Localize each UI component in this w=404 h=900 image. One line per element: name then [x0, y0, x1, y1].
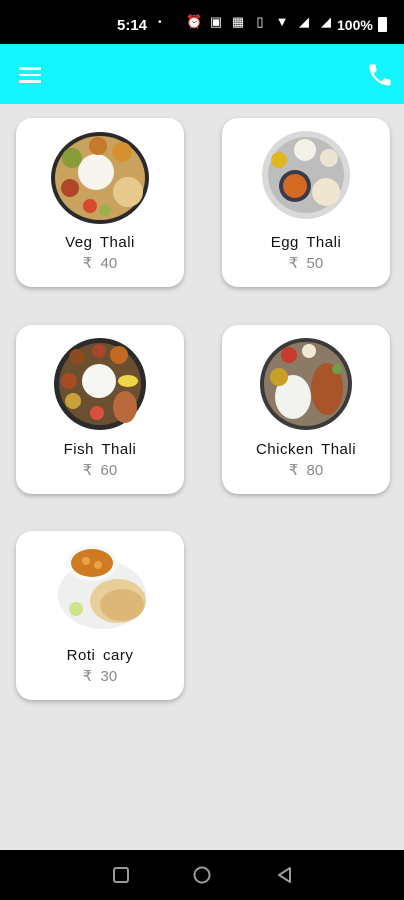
menu-icon[interactable] [19, 67, 41, 83]
back-icon[interactable] [275, 865, 293, 885]
fish-thali-image [54, 338, 146, 430]
alarm-icon: ⏰ [186, 14, 203, 29]
veg-thali-image [51, 132, 149, 224]
status-time: 5:14 [117, 17, 148, 34]
menu-card-fish-thali[interactable]: Fish Thali ₹ 60 [16, 325, 184, 494]
phone-icon[interactable] [366, 61, 394, 89]
item-price: ₹ 50 [288, 255, 324, 272]
chicken-thali-image [260, 338, 352, 430]
notification-dot: • [158, 17, 162, 28]
menu-card-veg-thali[interactable]: Veg Thali ₹ 40 [16, 118, 184, 287]
home-icon[interactable] [192, 865, 212, 885]
signal-icon-2: ◢ [321, 14, 331, 29]
item-name: Veg Thali [65, 234, 135, 251]
item-name: Chicken Thali [255, 441, 357, 458]
item-price: ₹ 30 [82, 668, 118, 685]
item-name: Roti cary [66, 647, 134, 664]
system-nav-bar [0, 850, 404, 900]
signal-icon: ◢ [299, 14, 309, 29]
recents-icon[interactable] [112, 865, 130, 885]
battery-percent: 100% [337, 17, 373, 33]
gallery-icon: ▦ [231, 14, 245, 29]
menu-card-roti-cary[interactable]: Roti cary ₹ 30 [16, 531, 184, 700]
battery-icon [378, 17, 387, 32]
menu-card-chicken-thali[interactable]: Chicken Thali ₹ 80 [222, 325, 390, 494]
status-icons: ⏰ ▣ ▦ ▯ ▼ ◢ ◢ [186, 14, 334, 30]
item-price: ₹ 40 [82, 255, 118, 272]
item-name: Fish Thali [63, 441, 137, 458]
roti-cary-image [58, 545, 146, 629]
vibrate-icon: ▯ [256, 14, 264, 29]
item-name: Egg Thali [270, 234, 342, 251]
item-price: ₹ 80 [288, 462, 324, 479]
wifi-icon: ▼ [275, 14, 289, 29]
nfc-icon: ▣ [209, 14, 223, 29]
item-price: ₹ 60 [82, 462, 118, 479]
status-bar: 5:14 • ⏰ ▣ ▦ ▯ ▼ ◢ ◢ 100% [0, 0, 404, 44]
egg-thali-image [262, 131, 350, 219]
menu-card-egg-thali[interactable]: Egg Thali ₹ 50 [222, 118, 390, 287]
app-bar [0, 44, 404, 104]
